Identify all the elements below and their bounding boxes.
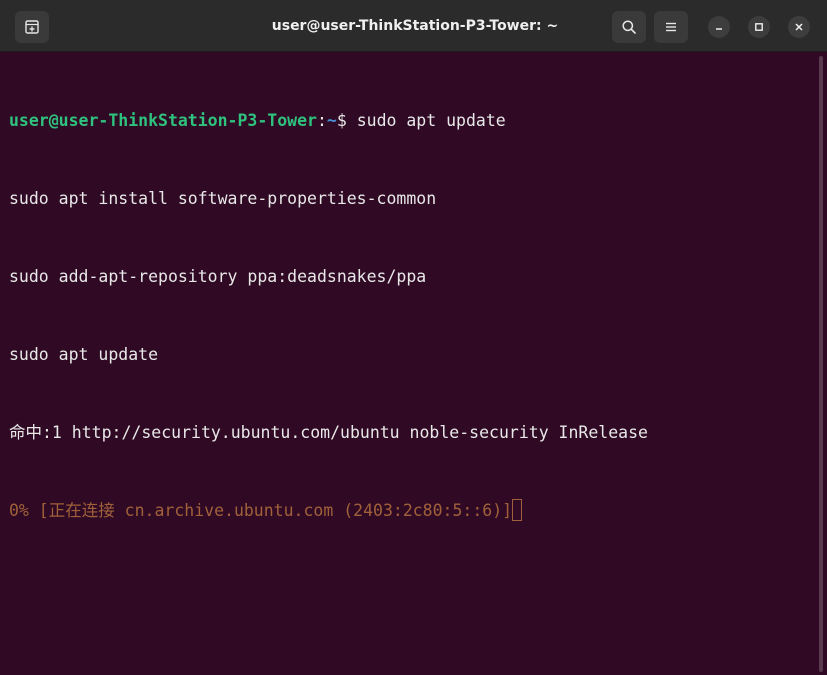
terminal-window: user@user-ThinkStation-P3-Tower: ~ user@…: [0, 0, 827, 675]
title-bar[interactable]: user@user-ThinkStation-P3-Tower: ~: [0, 0, 827, 52]
prompt-line: user@user-ThinkStation-P3-Tower:~$ sudo …: [9, 108, 815, 134]
prompt-user: user@user-ThinkStation-P3-Tower: [9, 111, 317, 130]
prompt-symbol: $: [336, 111, 357, 130]
search-button[interactable]: [612, 11, 646, 43]
maximize-icon: [755, 23, 763, 31]
close-icon: [795, 23, 803, 31]
progress-line: 0% [正在连接 cn.archive.ubuntu.com (2403:2c8…: [9, 498, 815, 524]
maximize-button[interactable]: [748, 16, 770, 38]
terminal-output[interactable]: user@user-ThinkStation-P3-Tower:~$ sudo …: [0, 53, 815, 675]
prompt-separator: :: [316, 111, 327, 130]
search-icon: [622, 20, 636, 34]
hamburger-menu-icon: [666, 22, 676, 32]
output-line: sudo apt update: [9, 345, 159, 364]
progress-text: 0% [正在连接 cn.archive.ubuntu.com (2403:2c8…: [9, 501, 513, 520]
minimize-icon: [716, 28, 722, 30]
text-cursor: [512, 499, 523, 521]
prompt-path: ~: [326, 111, 337, 130]
output-line: 命中:1 http://security.ubuntu.com/ubuntu n…: [9, 423, 648, 442]
new-tab-button[interactable]: [15, 11, 49, 43]
minimize-button[interactable]: [708, 16, 730, 38]
output-line: sudo add-apt-repository ppa:deadsnakes/p…: [9, 267, 427, 286]
prompt-command: sudo apt update: [356, 111, 506, 130]
close-button[interactable]: [788, 16, 810, 38]
window-title: user@user-ThinkStation-P3-Tower: ~: [271, 18, 559, 34]
scrollbar[interactable]: [819, 56, 823, 672]
output-line: sudo apt install software-properties-com…: [9, 189, 437, 208]
menu-button[interactable]: [654, 11, 688, 43]
new-tab-icon: [25, 20, 39, 34]
